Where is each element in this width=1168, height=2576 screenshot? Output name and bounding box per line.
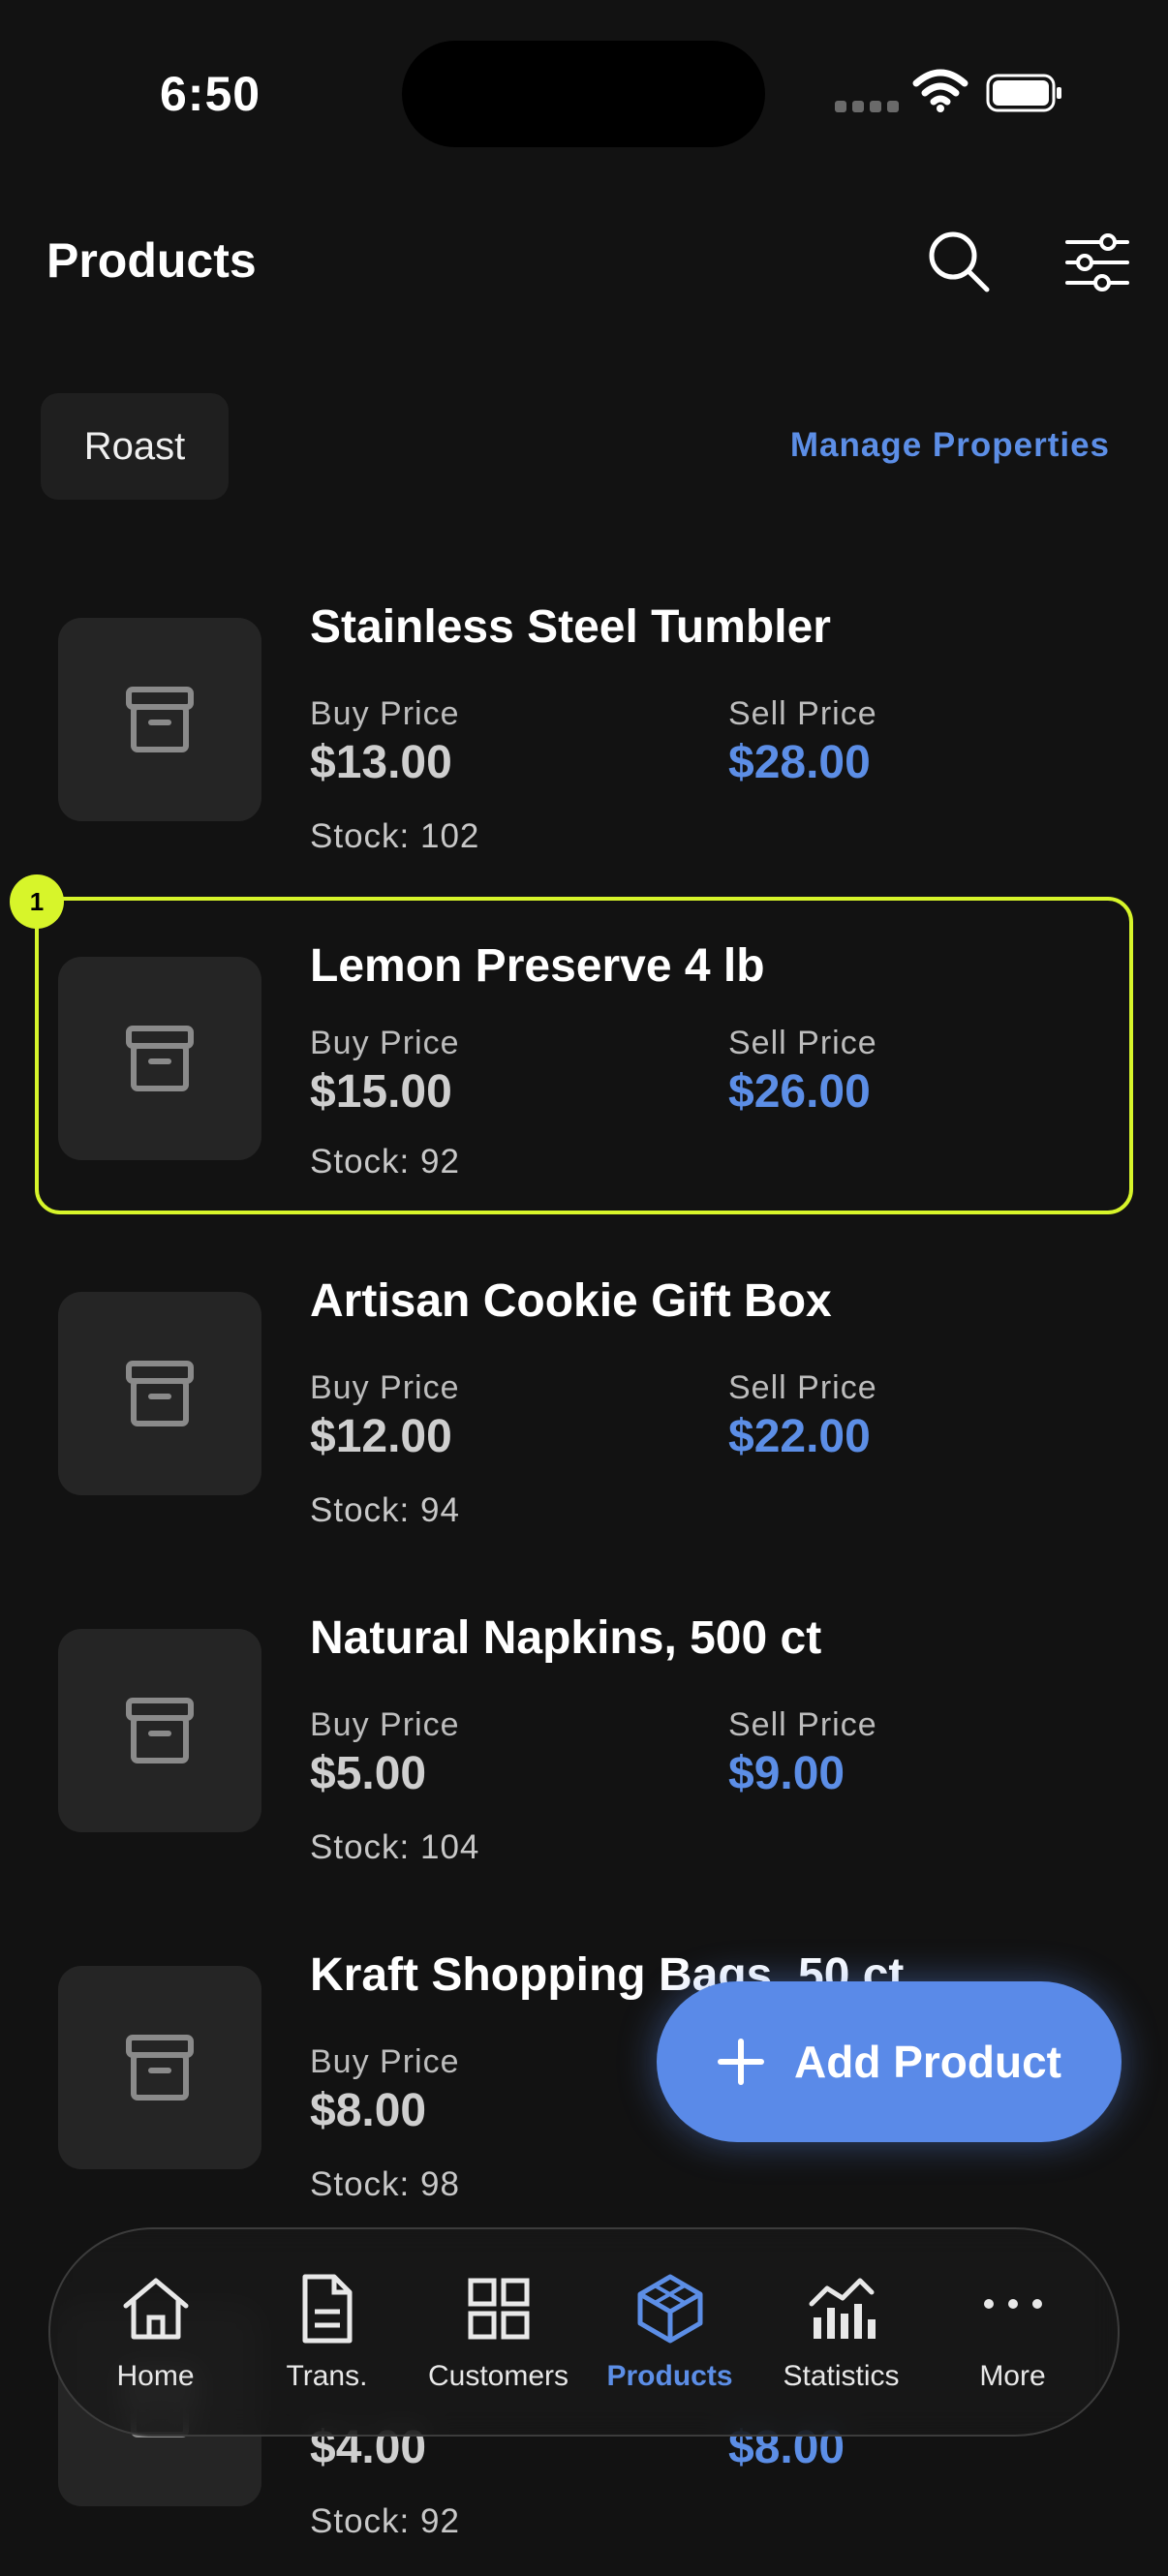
annotation-badge: 1 [10, 874, 64, 929]
product-name: Lemon Preserve 4 lb [310, 940, 765, 992]
plus-icon [718, 2039, 764, 2085]
tab-label: Home [116, 2360, 195, 2392]
archive-box-icon [126, 1361, 194, 1426]
signal-icon [835, 101, 899, 112]
buy-price-label: Buy Price [310, 1025, 460, 1061]
buy-price-label: Buy Price [310, 1706, 460, 1743]
tab-more[interactable]: More [931, 2271, 1095, 2393]
sell-price-label: Sell Price [728, 1706, 877, 1743]
sell-price-value: $28.00 [728, 737, 871, 788]
sell-price-label: Sell Price [728, 1369, 877, 1406]
product-row-highlighted[interactable]: Lemon Preserve 4 lb Buy Price Sell Price… [35, 897, 1133, 1214]
product-thumbnail [58, 618, 261, 821]
stock-count: Stock: 104 [310, 1828, 480, 1866]
archive-box-icon [126, 1698, 194, 1763]
filter-icon[interactable] [1063, 230, 1131, 294]
product-thumbnail [58, 1292, 261, 1495]
cube-icon [637, 2274, 702, 2344]
search-icon[interactable] [925, 228, 993, 295]
tab-label: Products [606, 2360, 733, 2392]
status-time: 6:50 [160, 67, 261, 121]
stock-count: Stock: 94 [310, 1491, 460, 1529]
buy-price-label: Buy Price [310, 695, 460, 732]
tab-label: Statistics [783, 2360, 900, 2392]
sell-price-value: $9.00 [728, 1748, 845, 1799]
tab-products[interactable]: Products [588, 2271, 753, 2393]
buy-price-value: $8.00 [310, 2085, 427, 2136]
document-icon [302, 2274, 352, 2344]
page-title: Products [46, 233, 257, 288]
chart-icon [809, 2278, 876, 2339]
tab-label: More [979, 2360, 1046, 2392]
product-name: Stainless Steel Tumbler [310, 601, 831, 653]
tab-label: Customers [427, 2360, 569, 2392]
archive-box-icon [126, 687, 194, 752]
tab-label: Trans. [286, 2360, 368, 2392]
add-product-button[interactable]: Add Product [657, 1981, 1122, 2142]
manage-properties-link[interactable]: Manage Properties [790, 426, 1110, 465]
grid-icon [468, 2278, 529, 2340]
stock-count: Stock: 92 [310, 1143, 460, 1181]
buy-price-value: $12.00 [310, 1411, 452, 1462]
buy-price-label: Buy Price [310, 1369, 460, 1406]
sell-price-label: Sell Price [728, 695, 877, 732]
bottom-tab-bar: Home Trans. Customers Products Statistic… [48, 2227, 1120, 2437]
sell-price-label: Sell Price [728, 1025, 877, 1061]
stock-count: Stock: 98 [310, 2165, 460, 2203]
tab-home[interactable]: Home [74, 2271, 238, 2393]
product-row[interactable]: Natural Napkins, 500 ct Buy Price Sell P… [39, 1592, 1129, 1902]
stock-count: Stock: 102 [310, 817, 480, 855]
add-product-label: Add Product [794, 2037, 1061, 2087]
product-row[interactable]: Artisan Cookie Gift Box Buy Price Sell P… [39, 1255, 1129, 1565]
buy-price-label: Buy Price [310, 2043, 460, 2080]
tab-customers[interactable]: Customers [416, 2271, 581, 2393]
more-icon [983, 2299, 1042, 2309]
stock-count: Stock: 92 [310, 2502, 460, 2540]
buy-price-value: $13.00 [310, 737, 452, 788]
product-thumbnail [58, 1629, 261, 1832]
product-row[interactable]: Stainless Steel Tumbler Buy Price Sell P… [39, 581, 1129, 891]
archive-box-icon [126, 1026, 194, 1091]
product-name: Artisan Cookie Gift Box [310, 1275, 832, 1327]
home-icon [123, 2278, 188, 2340]
product-thumbnail [58, 1966, 261, 2169]
battery-icon [986, 74, 1061, 112]
wifi-icon [912, 69, 968, 112]
sell-price-value: $26.00 [728, 1066, 871, 1118]
product-thumbnail [58, 957, 261, 1160]
product-name: Natural Napkins, 500 ct [310, 1612, 822, 1664]
archive-box-icon [126, 2035, 194, 2101]
roast-filter-chip[interactable]: Roast [41, 393, 229, 500]
buy-price-value: $15.00 [310, 1066, 452, 1118]
tab-statistics[interactable]: Statistics [759, 2271, 924, 2393]
sell-price-value: $22.00 [728, 1411, 871, 1462]
dynamic-island [402, 41, 765, 147]
buy-price-value: $5.00 [310, 1748, 427, 1799]
tab-transactions[interactable]: Trans. [245, 2271, 410, 2393]
